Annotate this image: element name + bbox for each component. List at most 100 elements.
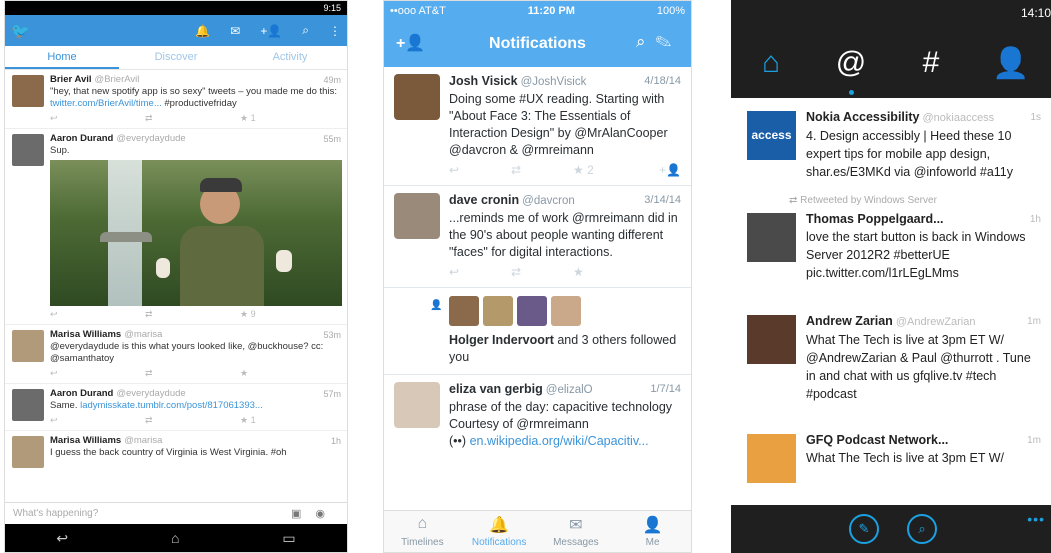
tweet[interactable]: Marisa Williams @marisa 53m @everydaydude… [5, 325, 347, 384]
tweet-time: 1h [1029, 214, 1041, 225]
avatar[interactable] [394, 382, 440, 428]
search-icon[interactable]: ⌕ [636, 32, 656, 51]
tab-discover[interactable]: Discover [119, 46, 233, 69]
tweet-text: What The Tech is live at 3pm ET W/ @Andr… [806, 333, 1031, 401]
tweet-actions: ↩ ⇄ ★ 1 [50, 412, 341, 428]
overflow-menu-icon[interactable]: ⋮ [329, 24, 341, 38]
tweet-name: Josh Visick [449, 74, 518, 88]
tweet[interactable]: Josh Visick @JoshVisick 4/18/14 Doing som… [384, 67, 691, 186]
favorite-icon[interactable]: ★ 1 [240, 414, 335, 426]
avatar[interactable]: access [747, 111, 796, 160]
search-icon[interactable]: ⌕ [907, 514, 937, 544]
compose-icon[interactable]: ✎ [849, 514, 879, 544]
avatar[interactable] [449, 296, 479, 326]
retweet-icon[interactable]: ⇄ [145, 367, 240, 379]
tab-notifications[interactable]: 🔔 Notifications [461, 511, 538, 552]
avatar[interactable] [747, 213, 796, 262]
tab-me[interactable]: 👤 Me [614, 511, 691, 552]
tweet[interactable]: Marisa Williams @marisa 1h I guess the ba… [5, 431, 347, 468]
tweet[interactable]: dave cronin @davcron 3/14/14 ...reminds m… [384, 186, 691, 288]
tweet-photo[interactable] [50, 160, 342, 306]
search-icon[interactable]: ⌕ [302, 23, 309, 38]
avatar[interactable] [12, 436, 44, 468]
mention-icon[interactable]: @ [821, 46, 881, 95]
person-icon: 👤 [430, 300, 443, 311]
tweet-link[interactable]: twitter.com/BrierAvil/time... [50, 98, 162, 109]
tab-timelines[interactable]: ⌂ Timelines [384, 511, 461, 552]
avatar[interactable] [394, 193, 440, 239]
tab-home[interactable]: Home [5, 46, 119, 69]
tab-messages[interactable]: ✉ Messages [538, 511, 615, 552]
mail-icon[interactable]: ✉ [230, 24, 240, 38]
tab-label: Messages [553, 537, 599, 548]
tweet-handle: @everydaydude [116, 133, 186, 144]
tweet[interactable]: eliza van gerbig @elizalO 1/7/14 phrase o… [384, 375, 691, 454]
favorite-count: 2 [587, 162, 594, 177]
reply-icon[interactable]: ↩ [449, 162, 511, 179]
retweet-icon[interactable]: ⇄ [145, 308, 240, 320]
follow-notification[interactable]: 👤 Holger Indervoort and 3 others followe… [384, 288, 691, 375]
avatar[interactable] [394, 74, 440, 120]
reply-icon[interactable]: ↩ [50, 308, 145, 320]
avatar[interactable] [12, 389, 44, 421]
reply-icon[interactable]: ↩ [50, 112, 145, 124]
tweet-text: Doing some #UX reading. Starting with "A… [449, 92, 668, 157]
follow-icon[interactable]: +👤 [659, 162, 681, 179]
retweet-icon[interactable]: ⇄ [145, 112, 240, 124]
favorite-icon[interactable]: ★ 2 [573, 162, 635, 179]
avatar[interactable] [551, 296, 581, 326]
tweet-time: 53m [323, 330, 341, 340]
home-icon[interactable]: ⌂ [741, 46, 801, 81]
windows-phone-screen: 14:10 ⌂ @ # 👤 access Nokia Accessibility… [731, 0, 1051, 553]
tweet-time: 55m [323, 134, 341, 144]
status-bar: ••ooo AT&T 11:20 PM 100% [384, 1, 691, 21]
avatar[interactable] [483, 296, 513, 326]
retweet-icon[interactable]: ⇄ [145, 414, 240, 426]
favorite-icon[interactable]: ★ 9 [240, 308, 335, 320]
compose-icon[interactable]: ✎ [656, 32, 682, 51]
tweet-link[interactable]: ladymisskate.tumblr.com/post/817061393..… [80, 400, 263, 411]
back-icon[interactable]: ↩ [56, 530, 68, 547]
avatar[interactable] [12, 134, 44, 166]
favorite-icon[interactable]: ★ 1 [240, 112, 335, 124]
reply-icon[interactable]: ↩ [50, 367, 145, 379]
favorite-icon[interactable]: ★ [240, 367, 335, 379]
avatar[interactable] [517, 296, 547, 326]
avatar[interactable] [12, 330, 44, 362]
tweet-text: phrase of the day: capacitive technology… [449, 400, 673, 431]
bird-icon[interactable]: 🐦 [11, 22, 37, 40]
tweet[interactable]: access Nokia Accessibility @nokiaaccess 1… [731, 98, 1051, 189]
link-preview-icon: (••) [449, 434, 467, 448]
tweet[interactable]: GFQ Podcast Network... 1m What The Tech … [731, 421, 1051, 483]
tweet-name: GFQ Podcast Network... [806, 433, 949, 447]
bell-icon[interactable]: 🔔 [195, 24, 210, 38]
recents-icon[interactable]: ▭ [282, 530, 295, 547]
tweet[interactable]: Aaron Durand @everydaydude 57m Same. lady… [5, 384, 347, 431]
hashtag-icon[interactable]: # [901, 46, 961, 81]
tweet-time: 1m [1027, 316, 1041, 327]
compose-bar[interactable]: What's happening? ▣◉ [5, 502, 347, 524]
reply-icon[interactable]: ↩ [449, 264, 511, 281]
image-icon[interactable]: ▣ [291, 508, 315, 520]
tweet[interactable]: Brier Avil @BrierAvil 49m "hey, that new … [5, 70, 347, 129]
compose-input[interactable]: What's happening? [13, 508, 98, 519]
avatar[interactable] [747, 315, 796, 364]
tweet-time: 1m [1027, 435, 1041, 446]
favorite-icon[interactable]: ★ [573, 264, 635, 281]
retweet-icon[interactable]: ⇄ [511, 264, 573, 281]
tweet-link[interactable]: en.wikipedia.org/wiki/Capacitiv... [470, 434, 649, 448]
retweet-icon[interactable]: ⇄ [511, 162, 573, 179]
tweet[interactable]: Andrew Zarian @AndrewZarian 1m What The T… [731, 302, 1051, 411]
camera-icon[interactable]: ◉ [315, 508, 339, 520]
tab-activity[interactable]: Activity [233, 46, 347, 69]
home-button-icon[interactable]: ⌂ [171, 530, 179, 546]
unread-dot [849, 90, 854, 95]
tweet[interactable]: Aaron Durand @everydaydude 55m Sup. ↩ ⇄ ★ 9 [5, 129, 347, 325]
person-icon[interactable]: 👤 [981, 46, 1041, 81]
avatar[interactable] [747, 434, 796, 483]
tweet[interactable]: Thomas Poppelgaard... 1h love the start … [731, 206, 1051, 290]
avatar[interactable] [12, 75, 44, 107]
reply-icon[interactable]: ↩ [50, 414, 145, 426]
add-user-icon[interactable]: +👤 [260, 24, 282, 38]
more-icon[interactable]: ••• [1027, 511, 1045, 527]
